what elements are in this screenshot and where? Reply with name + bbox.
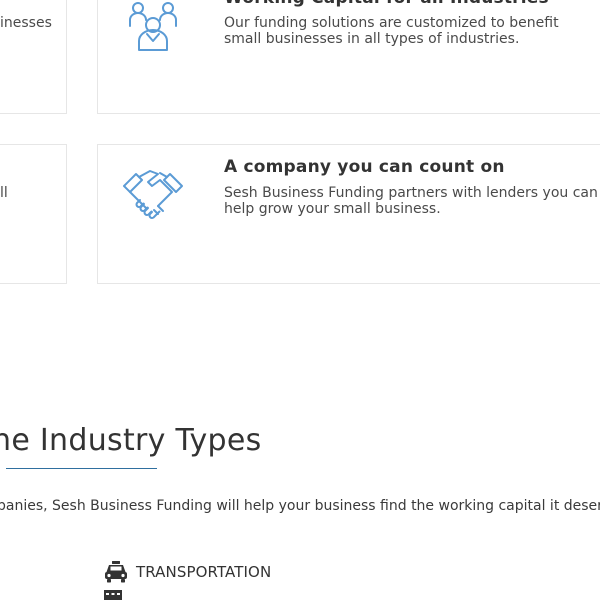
- taxi-icon: [105, 561, 127, 583]
- building-icon: [104, 590, 122, 600]
- feature-title: A company you can count on: [224, 157, 505, 177]
- industry-item-transportation[interactable]: TRANSPORTATION: [104, 561, 271, 583]
- industry-item-next[interactable]: [104, 590, 136, 600]
- feature-description: Sesh Business Funding partners with lend…: [224, 185, 600, 219]
- page: inesses ll Our funding solutions are cus…: [0, 0, 600, 600]
- feature-description-line: help grow your small business.: [224, 201, 441, 217]
- heading-underline: [6, 468, 157, 469]
- section-intro: panies, Sesh Business Funding will help …: [0, 498, 600, 514]
- industry-label: TRANSPORTATION: [136, 563, 272, 581]
- card-snippet-text: inesses: [0, 15, 52, 31]
- handshake-icon: [122, 164, 184, 226]
- card-snippet-text: ll: [0, 185, 8, 201]
- feature-card-left-bottom: [0, 144, 67, 284]
- section-heading: he Industry Types: [0, 423, 262, 458]
- feature-title: Working Capital for all Industries: [224, 0, 549, 8]
- feature-description: Our funding solutions are customized to …: [224, 15, 559, 47]
- team-icon: [123, 0, 185, 62]
- feature-description-line: Sesh Business Funding partners with lend…: [224, 185, 600, 201]
